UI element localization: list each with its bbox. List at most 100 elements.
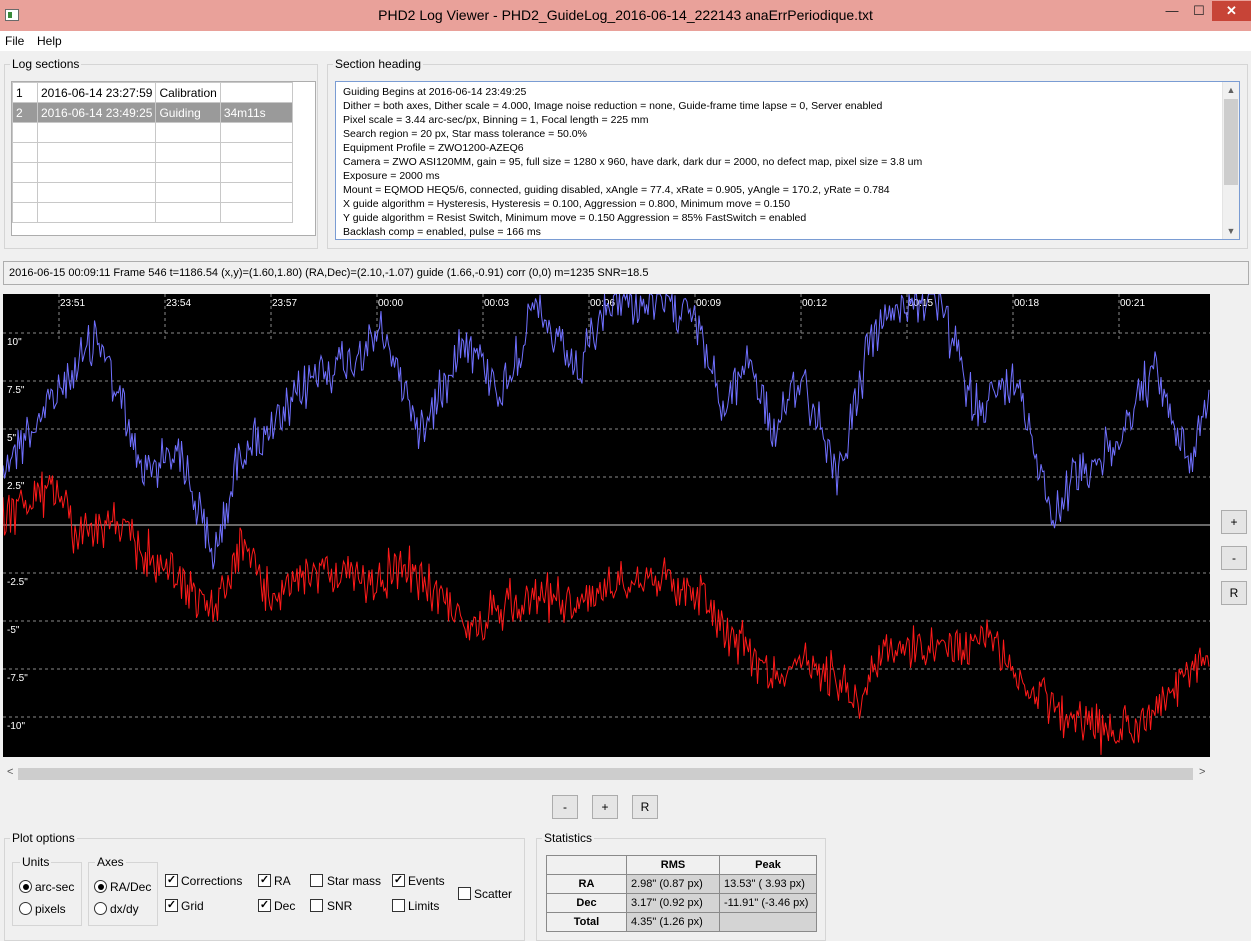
row-number: 2 [12, 102, 38, 123]
heading-line: Guiding Begins at 2016-06-14 23:49:25 [343, 86, 527, 98]
stats-total-peak [719, 912, 817, 932]
scatter-label: Scatter [474, 887, 513, 901]
scatter-checkbox[interactable] [458, 887, 471, 900]
reset-y-button[interactable]: R [1221, 581, 1247, 605]
log-sections-table[interactable]: 1 2016-06-14 23:27:59 Calibration 2 2016… [11, 81, 316, 236]
row-number: 1 [12, 82, 38, 103]
graph-hscrollbar[interactable]: < > [3, 765, 1210, 783]
units-arcsec-label: arc-sec [35, 880, 75, 894]
zoom-out-y-button[interactable]: - [1221, 546, 1247, 570]
heading-line: Backlash comp = enabled, pulse = 166 ms [343, 226, 541, 238]
row-duration [219, 82, 293, 103]
stats-dec-rms: 3.17" (0.92 px) [626, 893, 720, 913]
y-tick-label: 7.5" [7, 385, 25, 396]
heading-line: Pixel scale = 3.44 arc-sec/px, Binning =… [343, 114, 649, 126]
minimize-button[interactable]: — [1158, 1, 1186, 21]
heading-line: Equipment Profile = ZWO1200-AZEQ6 [343, 142, 524, 154]
axes-radec-label: RA/Dec [110, 880, 152, 894]
grid-checkbox[interactable]: ✓ [165, 899, 178, 912]
limits-checkbox[interactable] [392, 899, 405, 912]
empty-row [12, 202, 293, 223]
time-label: 23:51 [60, 298, 85, 309]
axes-dxdy-radio[interactable] [94, 902, 107, 915]
time-label: 00:12 [802, 298, 827, 309]
row-type: Calibration [155, 82, 221, 103]
log-sections-label: Log sections [10, 57, 82, 71]
plot-options-group [4, 838, 525, 941]
scroll-right-icon[interactable]: > [1199, 766, 1205, 778]
stats-header-rms: RMS [626, 855, 720, 875]
statistics-label: Statistics [542, 831, 595, 845]
log-section-row[interactable]: 1 2016-06-14 23:27:59 Calibration [12, 82, 293, 103]
empty-row [12, 182, 293, 203]
snr-label: SNR [327, 899, 353, 913]
scroll-thumb[interactable] [1224, 99, 1238, 185]
stats-total-rms: 4.35" (1.26 px) [626, 912, 720, 932]
frame-status: 2016-06-15 00:09:11 Frame 546 t=1186.54 … [3, 261, 1249, 285]
plot-options-label: Plot options [10, 831, 77, 845]
heading-scrollbar[interactable]: ▲ ▼ [1222, 82, 1239, 239]
section-heading-text[interactable]: Guiding Begins at 2016-06-14 23:49:25 Di… [335, 81, 1240, 240]
stats-corner [546, 855, 627, 875]
app-window: PHD2 Log Viewer - PHD2_GuideLog_2016-06-… [0, 0, 1251, 941]
y-tick-label: 10" [7, 337, 22, 348]
close-button[interactable]: ✕ [1212, 1, 1251, 21]
menu-bar: File Help [0, 31, 1251, 51]
units-pixels-radio[interactable] [19, 902, 32, 915]
heading-line: X guide algorithm = Hysteresis, Hysteres… [343, 198, 791, 210]
log-section-row-selected[interactable]: 2 2016-06-14 23:49:25 Guiding 34m11s [12, 102, 293, 123]
units-pixels-label: pixels [35, 902, 66, 916]
zoom-in-y-button[interactable]: + [1221, 510, 1247, 534]
time-label: 23:57 [272, 298, 297, 309]
axes-dxdy-label: dx/dy [110, 902, 139, 916]
zoom-in-x-button[interactable]: + [592, 795, 618, 819]
y-tick-label: -5" [7, 625, 20, 636]
zoom-out-x-button[interactable]: - [552, 795, 578, 819]
dec-label: Dec [274, 899, 296, 913]
section-heading-label: Section heading [333, 57, 424, 71]
time-label: 00:06 [590, 298, 615, 309]
menu-help[interactable]: Help [37, 34, 62, 48]
stats-row-ra: RA [546, 874, 627, 894]
scroll-down-icon[interactable]: ▼ [1223, 223, 1239, 239]
dec-checkbox[interactable]: ✓ [258, 899, 271, 912]
heading-line: Mount = EQMOD HEQ5/6, connected, guiding… [343, 184, 890, 196]
stats-row-dec: Dec [546, 893, 627, 913]
events-checkbox[interactable]: ✓ [392, 874, 405, 887]
row-duration: 34m11s [219, 102, 293, 123]
units-arcsec-radio[interactable] [19, 880, 32, 893]
heading-line: Camera = ZWO ASI120MM, gain = 95, full s… [343, 156, 923, 168]
heading-line: Search region = 20 px, Star mass toleran… [343, 128, 587, 140]
time-label: 00:03 [484, 298, 509, 309]
title-bar: PHD2 Log Viewer - PHD2_GuideLog_2016-06-… [0, 0, 1251, 31]
axes-radec-radio[interactable] [94, 880, 107, 893]
time-label: 00:21 [1120, 298, 1145, 309]
y-tick-label: 2.5" [7, 481, 25, 492]
reset-x-button[interactable]: R [632, 795, 658, 819]
maximize-button[interactable]: ☐ [1186, 1, 1212, 21]
scroll-left-icon[interactable]: < [7, 766, 13, 778]
time-label: 00:00 [378, 298, 403, 309]
time-label: 00:09 [696, 298, 721, 309]
row-type: Guiding [155, 102, 221, 123]
stats-row-total: Total [546, 912, 627, 932]
star-mass-checkbox[interactable] [310, 874, 323, 887]
corrections-checkbox[interactable]: ✓ [165, 874, 178, 887]
scroll-up-icon[interactable]: ▲ [1223, 82, 1239, 98]
axes-label: Axes [95, 855, 126, 869]
stats-ra-peak: 13.53" ( 3.93 px) [719, 874, 817, 894]
ra-label: RA [274, 874, 291, 888]
stats-ra-rms: 2.98" (0.87 px) [626, 874, 720, 894]
ra-checkbox[interactable]: ✓ [258, 874, 271, 887]
y-tick-label: -7.5" [7, 673, 28, 684]
guide-graph[interactable]: 10" 7.5" 5" 2.5" -2.5" -5" -7.5" -10" 23:51 23:54… [3, 294, 1210, 757]
dec-trace [3, 471, 1210, 755]
menu-file[interactable]: File [5, 34, 24, 48]
time-label: 00:18 [1014, 298, 1039, 309]
heading-line: Y guide algorithm = Resist Switch, Minim… [343, 212, 807, 224]
events-label: Events [408, 874, 445, 888]
time-label: 23:54 [166, 298, 191, 309]
snr-checkbox[interactable] [310, 899, 323, 912]
limits-label: Limits [408, 899, 440, 913]
hscroll-thumb[interactable] [18, 768, 1193, 780]
